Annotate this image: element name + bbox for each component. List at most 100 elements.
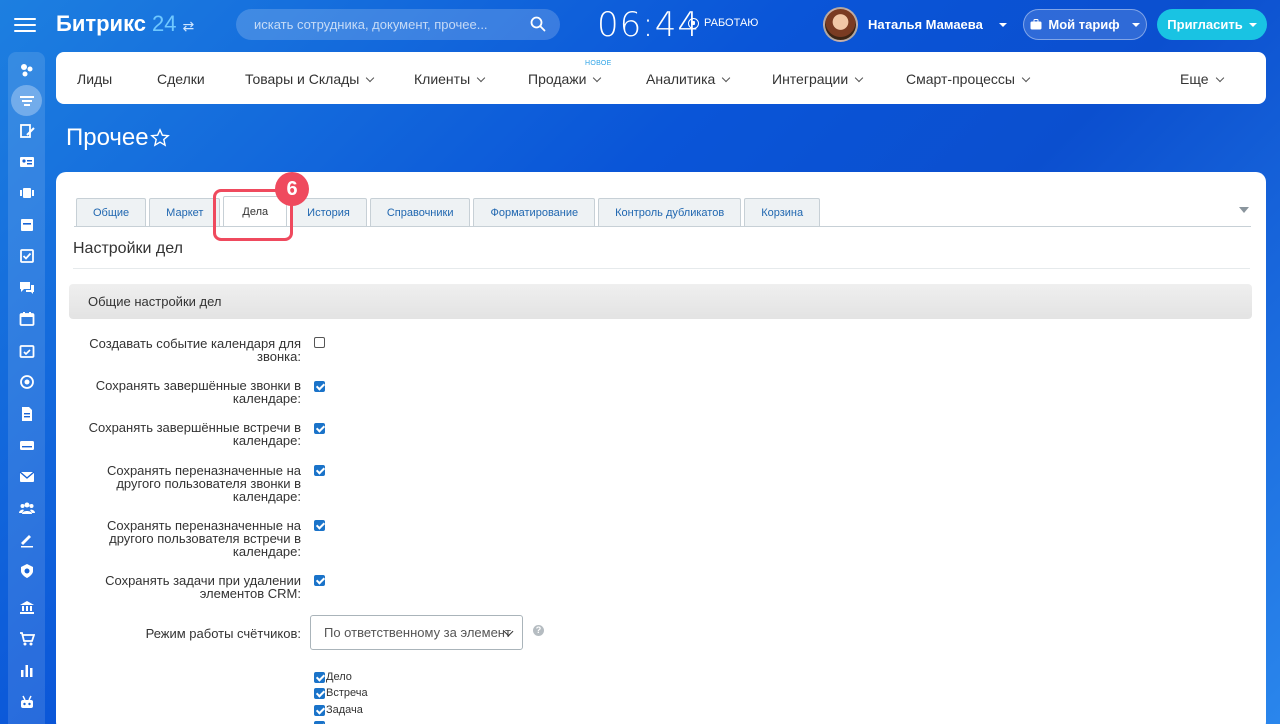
chevron-down-icon <box>593 73 602 83</box>
robot-icon <box>21 695 33 708</box>
sidebar-item-tasks[interactable] <box>17 246 37 266</box>
work-status[interactable]: РАБОТАЮ <box>688 17 758 29</box>
crm-menu-item-leads[interactable]: Лиды <box>77 71 112 87</box>
counter-mode-label: Режим работы счётчиков: <box>145 626 301 641</box>
sidebar-item-security[interactable] <box>17 561 37 581</box>
tab-label: Маркет <box>166 206 204 219</box>
top-bar: Битрикс24 ⇄ 06:44 РАБОТАЮ Наталья Мамаева… <box>0 0 1280 50</box>
menu-burger-icon[interactable] <box>14 14 36 34</box>
user-menu[interactable]: Наталья Мамаева <box>823 7 1007 42</box>
tab-general[interactable]: Общие <box>76 198 147 226</box>
tab-duplicates[interactable]: Контроль дубликатов <box>598 198 742 226</box>
setting-label: Сохранять переназначенные на другого пол… <box>106 463 301 504</box>
setting-label: Сохранять завершённые звонки в календаре… <box>95 378 301 406</box>
chevron-down-icon <box>998 22 1007 27</box>
crm-menu-item-clients[interactable]: Клиенты <box>414 71 486 87</box>
setting-checkbox[interactable] <box>314 465 325 476</box>
drive-icon <box>20 441 34 450</box>
crm-menu-label: Интеграции <box>772 71 849 87</box>
sidebar-item-crm[interactable] <box>11 85 42 116</box>
setting-checkbox[interactable] <box>314 337 325 348</box>
page-title: Прочее <box>66 124 149 151</box>
invite-label: Пригласить <box>1167 17 1243 32</box>
tab-market[interactable]: Маркет <box>149 198 221 226</box>
sidebar-item-documents[interactable] <box>17 404 37 424</box>
clock[interactable]: 06:44 <box>597 5 700 45</box>
sidebar-item-calendar[interactable] <box>17 309 37 329</box>
star-icon[interactable] <box>150 128 170 148</box>
sidebar-item-employees[interactable] <box>17 498 37 518</box>
crm-menu: Лиды Сделки Товары и Склады Клиенты НОВО… <box>56 52 1266 104</box>
option-checkbox[interactable] <box>314 705 325 716</box>
option-label: Встреча <box>326 687 368 699</box>
crm-menu-item-deals[interactable]: Сделки <box>157 71 205 87</box>
crm-menu-item-products[interactable]: Товары и Склады <box>245 71 375 87</box>
sidebar-item-goals[interactable] <box>17 372 37 392</box>
logo-text: Битрикс <box>56 11 147 36</box>
setting-checkbox[interactable] <box>314 381 325 392</box>
funnel-icon <box>19 95 34 106</box>
chevron-down-icon <box>722 73 731 83</box>
tab-activities[interactable]: Дела <box>223 196 288 226</box>
sidebar-item-robot[interactable] <box>17 692 37 712</box>
counter-mode-select[interactable]: По ответственному за элемент <box>310 615 523 650</box>
setting-label: Сохранять завершённые встречи в календар… <box>88 420 301 448</box>
switch-icon[interactable]: ⇄ <box>183 18 195 34</box>
crm-menu-item-sales[interactable]: Продажи <box>528 71 602 87</box>
tariff-label: Мой тариф <box>1048 17 1120 32</box>
tab-directories[interactable]: Справочники <box>369 198 471 226</box>
sidebar-item-contacts[interactable] <box>17 152 37 172</box>
search-icon[interactable] <box>530 16 546 32</box>
crm-menu-label: Аналитика <box>646 71 716 87</box>
edit-icon <box>20 124 35 138</box>
sidebar-item-docs[interactable] <box>17 215 37 235</box>
sidebar-item-drive[interactable] <box>17 435 37 455</box>
tabs-expand-icon[interactable] <box>1239 207 1249 213</box>
setting-checkbox[interactable] <box>314 520 325 531</box>
logo-num: 24 <box>152 11 177 36</box>
invite-button[interactable]: Пригласить <box>1157 9 1267 40</box>
avatar[interactable] <box>823 7 858 42</box>
chevron-down-icon <box>1021 73 1031 83</box>
section-divider <box>73 268 1250 269</box>
tabs-divider <box>74 226 1251 227</box>
contact-card-icon <box>20 157 34 167</box>
setting-checkbox[interactable] <box>314 575 325 586</box>
search-input[interactable] <box>236 9 560 40</box>
crm-menu-item-analytics[interactable]: Аналитика <box>646 71 731 87</box>
sidebar-item-company[interactable] <box>17 597 37 617</box>
help-icon[interactable]: ? <box>533 625 544 636</box>
tab-formatting[interactable]: Форматирование <box>473 198 596 226</box>
checkbox-icon <box>20 249 34 263</box>
setting-checkbox[interactable] <box>314 423 325 434</box>
crm-menu-item-more[interactable]: Еще <box>1180 71 1224 87</box>
file-icon <box>22 407 32 421</box>
sidebar-item-sign[interactable] <box>17 530 37 550</box>
search-box[interactable] <box>236 9 560 40</box>
tariff-button[interactable]: Мой тариф <box>1023 9 1147 40</box>
bar-chart-icon <box>21 665 33 677</box>
tab-label: Справочники <box>386 206 454 219</box>
sidebar-item-analytics[interactable] <box>17 660 37 680</box>
crm-menu-item-smart-processes[interactable]: Смарт-процессы <box>906 71 1031 87</box>
sidebar-item-collab[interactable] <box>17 60 37 80</box>
crm-menu-item-integrations[interactable]: Интеграции <box>772 71 864 87</box>
users-icon <box>19 502 35 514</box>
document-box-icon <box>21 219 33 231</box>
option-checkbox[interactable] <box>314 688 325 699</box>
logo[interactable]: Битрикс 24 ⇄ <box>56 11 194 37</box>
work-status-label: РАБОТАЮ <box>704 17 759 29</box>
sidebar-item-planner[interactable] <box>17 341 37 361</box>
tab-label: Контроль дубликатов <box>615 206 725 219</box>
sidebar-item-shop[interactable] <box>17 629 37 649</box>
sidebar-item-chat[interactable] <box>17 278 37 298</box>
tab-trash[interactable]: Корзина <box>744 198 821 226</box>
sidebar-item-feed[interactable] <box>17 121 37 141</box>
sidebar-item-mail[interactable] <box>17 467 37 487</box>
tab-label: История <box>307 206 350 219</box>
planner-icon <box>19 345 35 358</box>
option-checkbox[interactable] <box>314 672 325 683</box>
sidebar-item-video[interactable] <box>17 183 37 203</box>
calendar-icon <box>19 312 35 326</box>
crm-menu-label: Продажи <box>528 71 587 87</box>
